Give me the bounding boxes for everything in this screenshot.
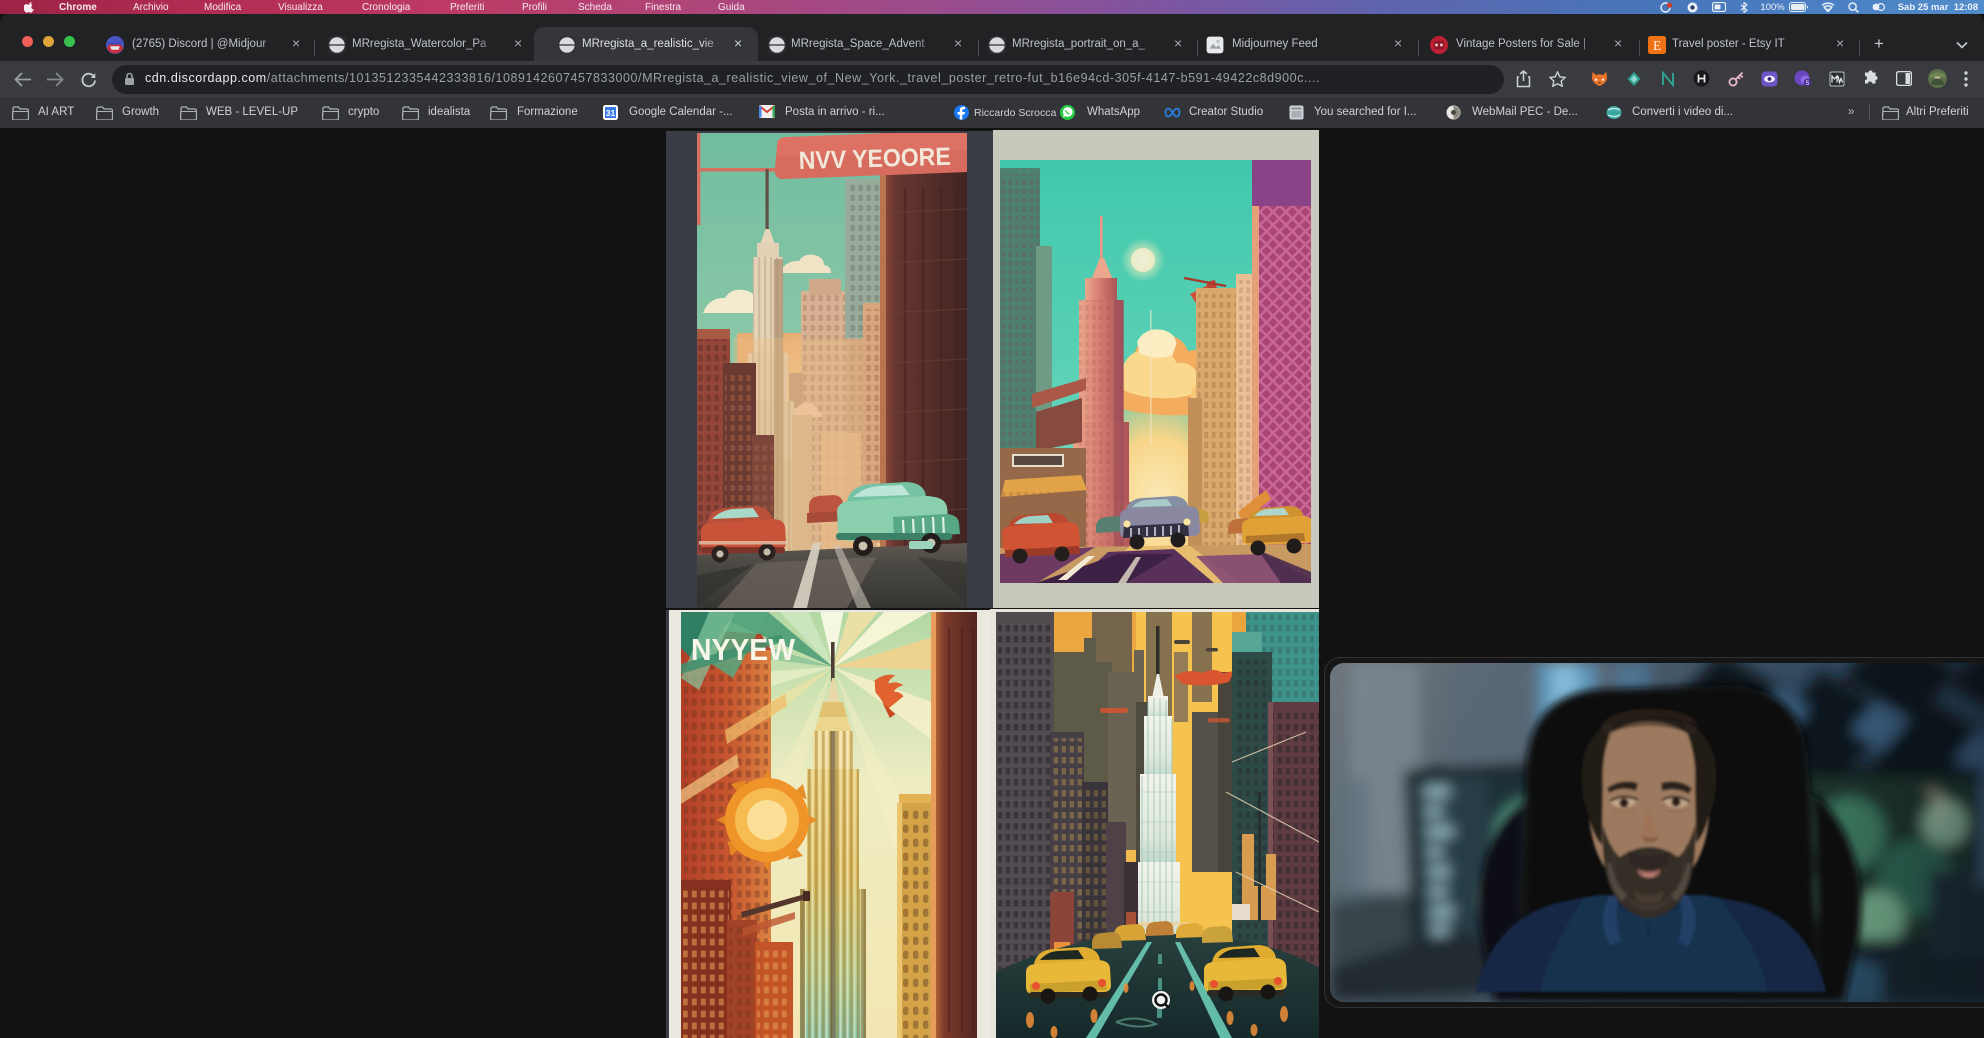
svg-text:E: E <box>1653 37 1661 52</box>
svg-text:NYYEW: NYYEW <box>691 632 796 667</box>
svg-text:31: 31 <box>606 108 616 118</box>
svg-text:NVV YEOORE: NVV YEOORE <box>798 143 951 175</box>
